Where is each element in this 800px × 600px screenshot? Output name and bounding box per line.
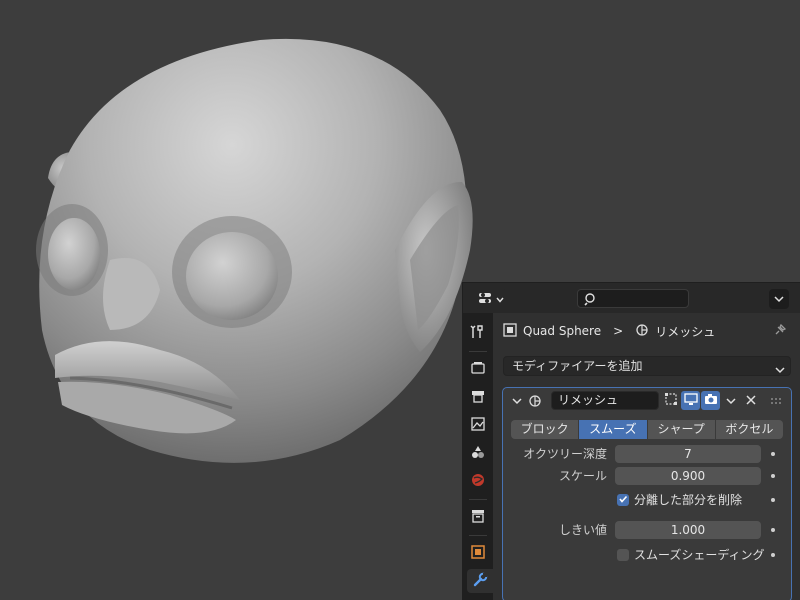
modifier-menu-button[interactable] — [721, 391, 740, 410]
modifier-header: リメッシュ — [503, 388, 791, 412]
remove-modifier-button[interactable] — [741, 391, 760, 410]
remove-disconnected-row: 分離した部分を削除 — [503, 490, 791, 510]
breadcrumb-separator: > — [613, 324, 624, 338]
breadcrumb-object: Quad Sphere — [523, 324, 602, 338]
breadcrumb-modifier: リメッシュ — [655, 324, 716, 339]
view-layer-icon — [470, 416, 486, 435]
octree-depth-field[interactable]: 7 — [615, 445, 761, 463]
grip-icon — [770, 394, 784, 408]
threshold-row: しきい値 1.000 — [503, 520, 791, 540]
edit-mode-icon — [664, 392, 678, 409]
smooth-shading-label: スムーズシェーディング — [634, 548, 765, 562]
remesh-modifier-icon — [525, 391, 544, 410]
smooth-shading-row: スムーズシェーディング — [503, 545, 791, 565]
tool-icon — [470, 324, 486, 343]
remesh-mode-selector: ブロック スムーズ シャープ ボクセル — [511, 420, 783, 439]
keyframe-dot[interactable] — [771, 474, 775, 478]
remesh-modifier-icon — [635, 323, 649, 340]
tab-tool[interactable] — [466, 321, 490, 345]
collection-icon — [470, 508, 486, 527]
tab-world[interactable] — [466, 469, 490, 493]
chevron-down-icon — [496, 292, 504, 306]
modifier-name-field[interactable]: リメッシュ — [551, 391, 659, 410]
properties-panel: Quad Sphere > リメッシュ モディファイアーを追加 リメッシュ ブロ… — [462, 282, 800, 600]
options-dropdown[interactable] — [769, 289, 789, 309]
tab-separator — [469, 499, 487, 500]
properties-editor-icon — [478, 291, 494, 308]
drag-handle[interactable] — [767, 391, 786, 410]
output-icon — [470, 388, 486, 407]
chevron-down-icon — [775, 361, 785, 379]
edit-mode-toggle[interactable] — [661, 391, 680, 410]
keyframe-dot[interactable] — [771, 553, 775, 557]
properties-content: Quad Sphere > リメッシュ モディファイアーを追加 リメッシュ ブロ… — [493, 313, 800, 600]
tab-collection[interactable] — [466, 505, 490, 529]
render-icon — [470, 360, 486, 379]
scale-label: スケール — [558, 469, 607, 483]
keyframe-dot[interactable] — [771, 528, 775, 532]
remesh-modifier-panel: リメッシュ ブロック スムーズ シャープ ボクセル オクツリー深度 7 スケール… — [502, 387, 792, 600]
add-modifier-dropdown[interactable]: モディファイアーを追加 — [503, 356, 791, 376]
camera-icon — [704, 392, 718, 409]
keyframe-dot[interactable] — [771, 452, 775, 456]
breadcrumb: Quad Sphere > リメッシュ — [503, 321, 715, 341]
panel-header — [463, 283, 800, 313]
tab-separator — [469, 535, 487, 536]
keyframe-dot[interactable] — [771, 498, 775, 502]
mode-voxel[interactable]: ボクセル — [715, 420, 783, 439]
tab-modifiers[interactable] — [467, 569, 493, 593]
octree-depth-label: オクツリー深度 — [523, 447, 607, 461]
editor-type-button[interactable] — [475, 289, 507, 309]
add-modifier-label: モディファイアーを追加 — [512, 359, 643, 373]
scale-row: スケール 0.900 — [503, 466, 791, 486]
tab-separator — [469, 351, 487, 352]
wrench-icon — [472, 572, 488, 591]
tab-render[interactable] — [466, 357, 490, 381]
world-icon — [470, 472, 486, 491]
checkmark-icon — [618, 493, 628, 507]
smooth-shading-checkbox[interactable] — [617, 549, 629, 561]
threshold-label: しきい値 — [558, 523, 607, 537]
object-icon — [470, 544, 486, 563]
scale-field[interactable]: 0.900 — [615, 467, 761, 485]
mode-sharp[interactable]: シャープ — [647, 420, 716, 439]
search-input[interactable] — [577, 289, 689, 308]
mode-smooth[interactable]: スムーズ — [579, 420, 648, 439]
object-icon — [503, 322, 517, 340]
chevron-down-icon — [725, 394, 736, 408]
monitor-icon — [683, 392, 698, 409]
search-icon — [584, 292, 598, 309]
properties-tabs — [463, 313, 493, 600]
chevron-down-icon — [774, 292, 784, 306]
remove-disconnected-checkbox[interactable] — [617, 494, 629, 506]
pin-icon[interactable] — [773, 323, 787, 340]
mode-blocks[interactable]: ブロック — [511, 420, 580, 439]
collapse-toggle[interactable] — [507, 391, 526, 410]
tab-view-layer[interactable] — [466, 413, 490, 437]
viewport-display-toggle[interactable] — [681, 391, 700, 410]
scene-icon — [470, 444, 486, 463]
tab-scene[interactable] — [466, 441, 490, 465]
threshold-field[interactable]: 1.000 — [615, 521, 761, 539]
close-icon — [745, 394, 756, 408]
tab-output[interactable] — [466, 385, 490, 409]
render-toggle[interactable] — [701, 391, 720, 410]
remove-disconnected-label: 分離した部分を削除 — [634, 493, 743, 507]
tab-object[interactable] — [466, 541, 490, 565]
octree-depth-row: オクツリー深度 7 — [503, 444, 791, 464]
